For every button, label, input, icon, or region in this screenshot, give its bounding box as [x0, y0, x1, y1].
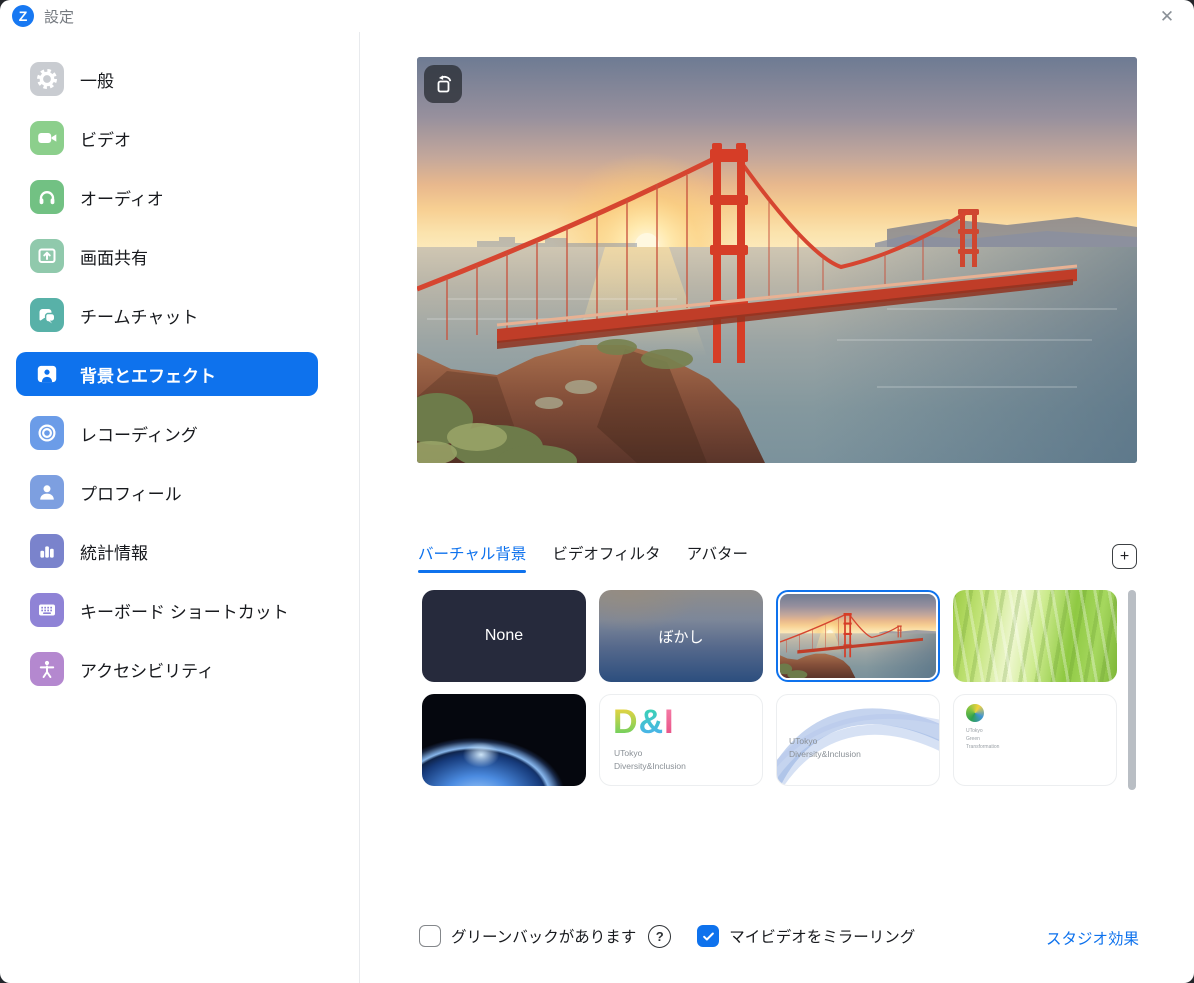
sidebar-item-statistics[interactable]: 統計情報 — [16, 529, 318, 573]
sidebar-item-recording[interactable]: レコーディング — [16, 411, 318, 455]
bar-chart-icon — [30, 534, 64, 568]
tab-video-filter[interactable]: ビデオフィルタ — [552, 542, 660, 573]
chat-bubbles-icon — [30, 298, 64, 332]
person-icon — [30, 475, 64, 509]
studio-effects-link[interactable]: スタジオ効果 — [1046, 927, 1139, 949]
virtual-background-icon — [30, 357, 64, 391]
waves-caption: UTokyo Diversity&Inclusion — [789, 735, 861, 761]
keyboard-icon — [30, 593, 64, 627]
background-tabs: バーチャル背景 ビデオフィルタ アバター — [418, 542, 748, 573]
video-preview — [417, 57, 1137, 463]
help-icon[interactable]: ? — [648, 925, 671, 948]
dni-caption: UTokyo Diversity&Inclusion — [614, 747, 686, 773]
window-title: 設定 — [44, 6, 74, 27]
sidebar-item-team-chat[interactable]: チームチャット — [16, 293, 318, 337]
sidebar-item-keyboard-shortcuts[interactable]: キーボード ショートカット — [16, 588, 318, 632]
add-background-button[interactable]: + — [1112, 544, 1137, 569]
background-tile-utokyo-dni-logo[interactable]: D&I UTokyo Diversity&Inclusion — [599, 694, 763, 786]
tile-label: None — [422, 590, 586, 682]
sidebar-item-label: プロフィール — [80, 480, 182, 505]
settings-window: Z 設定 ✕ 一般 ビデオ オーディオ — [0, 0, 1194, 983]
sidebar-item-label: 画面共有 — [80, 244, 148, 269]
sidebar-item-label: 一般 — [80, 67, 114, 92]
sidebar-item-video[interactable]: ビデオ — [16, 116, 318, 160]
background-tile-none[interactable]: None — [422, 590, 586, 682]
mirror-video-label[interactable]: マイビデオをミラーリング — [729, 925, 915, 947]
sidebar: 一般 ビデオ オーディオ 画面共有 — [0, 32, 360, 983]
sidebar-item-label: レコーディング — [80, 421, 198, 446]
footer-controls: グリーンバックがあります ? マイビデオをミラーリング — [419, 918, 915, 954]
sidebar-item-background-effects[interactable]: 背景とエフェクト — [16, 352, 318, 396]
record-ring-icon — [30, 416, 64, 450]
titlebar: Z 設定 ✕ — [0, 0, 1194, 32]
accessibility-icon — [30, 652, 64, 686]
sidebar-item-label: 統計情報 — [80, 539, 148, 564]
sidebar-item-profile[interactable]: プロフィール — [16, 470, 318, 514]
main-panel: バーチャル背景 ビデオフィルタ アバター + None ぼかし — [360, 32, 1194, 983]
background-tile-bridge-selected[interactable] — [776, 590, 940, 682]
bridge-thumbnail — [780, 594, 936, 678]
tab-avatar[interactable]: アバター — [687, 542, 748, 573]
sidebar-item-screen-share[interactable]: 画面共有 — [16, 234, 318, 278]
sidebar-item-audio[interactable]: オーディオ — [16, 175, 318, 219]
sidebar-item-general[interactable]: 一般 — [16, 57, 318, 101]
golden-gate-sunset-image — [417, 57, 1137, 463]
rotate-preview-button[interactable] — [424, 65, 462, 103]
green-screen-checkbox[interactable] — [419, 925, 441, 947]
tab-virtual-background[interactable]: バーチャル背景 — [418, 542, 526, 573]
green-caption: UTokyo Green Transformation — [966, 727, 999, 751]
utokyo-green-logo — [966, 704, 984, 722]
close-icon[interactable]: ✕ — [1154, 4, 1180, 30]
background-tile-utokyo-dni-waves[interactable]: UTokyo Diversity&Inclusion — [776, 694, 940, 786]
sidebar-item-label: 背景とエフェクト — [80, 362, 216, 387]
background-tile-utokyo-green[interactable]: UTokyo Green Transformation — [953, 694, 1117, 786]
headphones-icon — [30, 180, 64, 214]
sidebar-item-label: チームチャット — [80, 303, 198, 328]
dni-logo: D&I — [613, 705, 675, 739]
sidebar-item-accessibility[interactable]: アクセシビリティ — [16, 647, 318, 691]
sidebar-item-label: ビデオ — [80, 126, 131, 151]
sidebar-item-label: キーボード ショートカット — [80, 598, 289, 623]
tile-label: ぼかし — [599, 590, 763, 682]
content: 一般 ビデオ オーディオ 画面共有 — [0, 32, 1194, 983]
sidebar-item-label: アクセシビリティ — [80, 657, 214, 682]
green-screen-label[interactable]: グリーンバックがあります — [451, 925, 636, 947]
share-screen-icon — [30, 239, 64, 273]
zoom-logo-icon: Z — [12, 5, 34, 27]
grid-scrollbar[interactable] — [1128, 590, 1136, 790]
background-grid: None ぼかし — [422, 590, 1117, 786]
video-camera-icon — [30, 121, 64, 155]
background-tile-earth[interactable] — [422, 694, 586, 786]
sidebar-item-label: オーディオ — [80, 185, 164, 210]
background-tile-blur[interactable]: ぼかし — [599, 590, 763, 682]
check-icon — [701, 929, 716, 944]
mirror-video-checkbox[interactable] — [697, 925, 719, 947]
background-tile-grass[interactable] — [953, 590, 1117, 682]
gear-icon — [30, 62, 64, 96]
rotate-icon — [431, 72, 455, 96]
